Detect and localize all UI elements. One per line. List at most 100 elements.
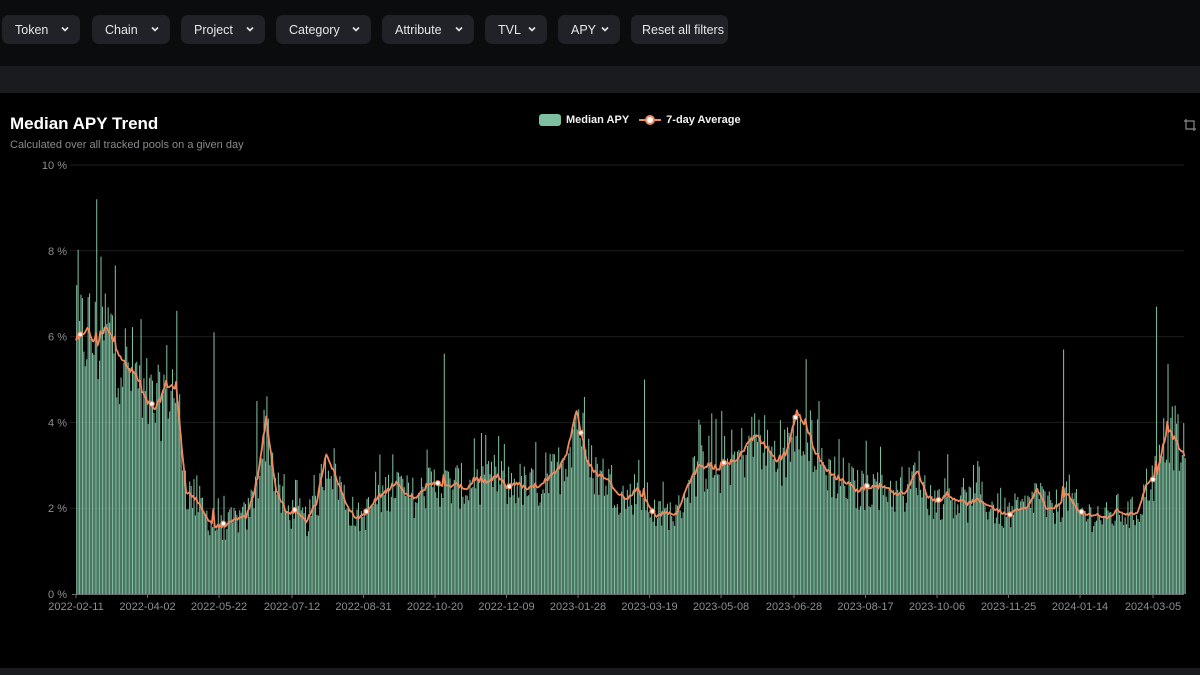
median-apy-bars: [76, 199, 1186, 594]
average-point: [649, 508, 656, 515]
median-apy-bar: [835, 498, 837, 594]
x-tick-label: 2022-04-02: [119, 601, 175, 613]
crop-zoom-icon[interactable]: [1183, 118, 1197, 132]
attribute-filter-dropdown[interactable]: Attribute: [382, 15, 474, 44]
median-apy-bar: [104, 293, 106, 594]
median-apy-bar: [396, 471, 398, 594]
median-apy-bar: [293, 518, 295, 594]
median-apy-bar: [559, 494, 561, 594]
median-apy-bar: [814, 465, 816, 594]
project-filter-dropdown[interactable]: Project: [181, 15, 265, 44]
median-apy-bar: [682, 512, 684, 594]
median-apy-bar: [257, 498, 259, 594]
median-apy-bar: [533, 485, 535, 594]
project-filter-label: Project: [194, 22, 233, 37]
median-apy-bar: [1053, 512, 1055, 594]
category-filter-dropdown[interactable]: Category: [276, 15, 371, 44]
median-apy-bar: [1167, 364, 1169, 594]
average-point: [577, 429, 584, 436]
median-apy-bar: [141, 417, 144, 594]
median-apy-bar: [1021, 498, 1023, 594]
tvl-filter-dropdown[interactable]: TVL: [485, 15, 547, 44]
median-apy-bar: [715, 418, 717, 594]
median-apy-bar: [413, 517, 415, 594]
average-line-legend-icon[interactable]: [639, 114, 662, 126]
median-apy-bar: [1038, 499, 1040, 594]
median-apy-bar: [528, 495, 530, 594]
median-apy-bar: [548, 493, 550, 594]
median-apy-bar: [1085, 521, 1087, 594]
median-apy-bar: [1048, 491, 1050, 594]
apy-filter-dropdown[interactable]: APY: [558, 15, 620, 44]
median-apy-bar: [543, 493, 545, 594]
median-apy-bar: [789, 461, 791, 594]
median-apy-bar: [180, 433, 182, 594]
median-apy-bar: [483, 474, 485, 594]
median-apy-bar: [123, 362, 125, 594]
reset-filters-button[interactable]: Reset all filters: [631, 15, 728, 44]
token-filter-dropdown[interactable]: Token: [2, 15, 80, 44]
median-apy-bar: [410, 492, 412, 594]
median-apy-bar: [900, 477, 902, 594]
median-apy-bar: [154, 422, 156, 594]
average-point: [434, 480, 441, 487]
median-apy-bar: [829, 460, 831, 594]
median-apy-bar: [224, 539, 226, 594]
median-apy-bar: [350, 525, 352, 594]
median-apy-bar: [1070, 499, 1072, 594]
median-apy-bar: [808, 460, 810, 594]
median-apy-legend-label[interactable]: Median APY: [566, 114, 629, 126]
median-apy-bar: [871, 504, 873, 594]
median-apy-bar: [1001, 525, 1003, 594]
median-apy-bar: [632, 514, 634, 594]
median-apy-bar: [990, 509, 992, 594]
median-apy-bar: [322, 486, 324, 594]
median-apy-bar: [489, 474, 491, 594]
median-apy-bar: [1123, 524, 1125, 594]
median-apy-bar: [297, 505, 299, 594]
median-apy-bar: [1074, 492, 1076, 594]
median-apy-bar: [1083, 510, 1085, 594]
median-apy-bar: [1051, 502, 1053, 594]
average-legend-label[interactable]: 7-day Average: [666, 114, 740, 126]
median-apy-bar: [702, 451, 704, 594]
x-tick-label: 2024-03-05: [1125, 601, 1181, 613]
median-apy-bar: [1018, 510, 1020, 594]
average-point: [291, 506, 298, 513]
median-apy-bar: [982, 501, 985, 594]
median-apy-bar: [77, 249, 79, 594]
chevron-down-icon: [151, 26, 159, 32]
median-apy-bar: [934, 490, 936, 594]
median-apy-bar: [439, 506, 441, 594]
median-apy-bar: [249, 516, 251, 594]
median-apy-bar: [888, 488, 890, 594]
median-apy-bar: [392, 454, 394, 594]
median-apy-bar: [915, 487, 917, 594]
median-apy-bar: [360, 511, 362, 594]
median-apy-bar: [854, 480, 856, 594]
chevron-down-icon: [246, 26, 254, 32]
median-apy-bar: [1121, 514, 1123, 594]
median-apy-bar: [965, 492, 967, 594]
median-apy-bar: [984, 504, 986, 594]
x-tick-label: 2022-12-09: [478, 601, 534, 613]
median-apy-bar: [950, 500, 952, 594]
median-apy-bar: [608, 468, 610, 594]
median-apy-bar: [90, 338, 92, 594]
median-apy-bar: [87, 297, 89, 594]
median-apy-bar: [429, 467, 431, 594]
median-apy-bar: [499, 484, 501, 594]
median-apy-bar: [482, 466, 484, 594]
median-apy-bar: [555, 471, 557, 594]
median-apy-bar: [1035, 483, 1037, 594]
median-apy-bar: [583, 396, 585, 594]
median-apy-bar: [289, 520, 291, 594]
median-apy-bar: [473, 438, 475, 594]
chain-filter-dropdown[interactable]: Chain: [92, 15, 170, 44]
median-apy-bar: [1181, 454, 1183, 594]
y-tick-label: 8 %: [48, 246, 67, 258]
median-apy-bar: [685, 498, 687, 594]
median-apy-bar: [595, 457, 597, 594]
median-apy-bar: [459, 508, 461, 594]
median-apy-legend-swatch[interactable]: [539, 114, 561, 126]
